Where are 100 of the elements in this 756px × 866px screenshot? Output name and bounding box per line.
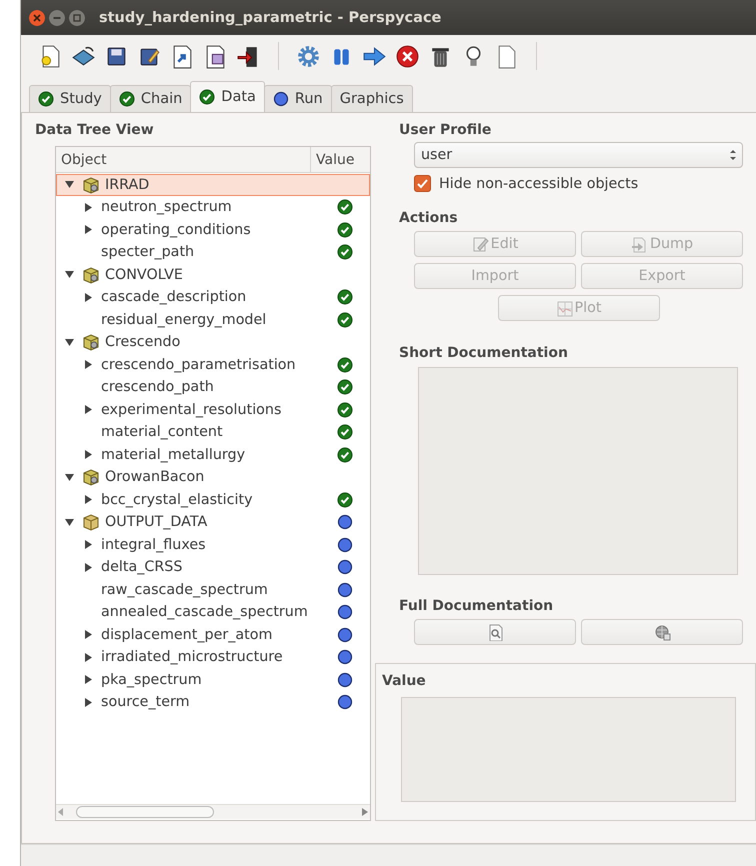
tree-item-label: raw_cascade_spectrum	[101, 582, 268, 598]
horizontal-scrollbar[interactable]	[56, 804, 370, 819]
tab[interactable]: Graphics	[330, 85, 413, 112]
checkbox-label[interactable]: Hide non-accessible objects	[439, 176, 638, 192]
tree-row[interactable]: raw_cascade_spectrum	[56, 579, 370, 600]
tab[interactable]: Study	[29, 85, 111, 112]
tree-row[interactable]: crescendo_parametrisation	[56, 354, 370, 376]
tree-item-label: crescendo_parametrisation	[101, 356, 296, 373]
section-title: Short Documentation	[399, 345, 568, 361]
spinner-arrows-icon	[730, 149, 736, 161]
tree-item-label: integral_fluxes	[101, 536, 206, 553]
expand-arrow-icon[interactable]	[64, 181, 74, 188]
section-title: Full Documentation	[399, 598, 554, 614]
collapse-arrow-icon[interactable]	[84, 562, 92, 572]
tree-item-label: delta_CRSS	[101, 559, 182, 576]
tree-row[interactable]: delta_CRSS	[56, 556, 370, 578]
scroll-right-icon[interactable]	[362, 808, 368, 816]
package-icon	[82, 513, 100, 532]
tree-row[interactable]: annealed_cascade_spectrum	[56, 602, 370, 623]
package-gear-icon	[82, 176, 100, 194]
tree-row[interactable]: experimental_resolutions	[56, 399, 370, 420]
tree-row[interactable]: residual_energy_model	[56, 309, 370, 330]
tree-row[interactable]: material_metallurgy	[56, 444, 370, 466]
tab[interactable]: Data	[190, 81, 265, 112]
tree-item-label: bcc_crystal_elasticity	[101, 492, 253, 508]
tree-row[interactable]: displacement_per_atom	[56, 624, 370, 646]
tree-row[interactable]: OrowanBacon	[56, 466, 370, 488]
tree-row[interactable]: operating_conditions	[56, 219, 370, 240]
expand-arrow-icon[interactable]	[64, 338, 74, 346]
collapse-arrow-icon[interactable]	[84, 405, 92, 414]
tree-item-label: crescendo_path	[101, 379, 214, 396]
doc-button[interactable]	[581, 619, 743, 645]
expand-arrow-icon[interactable]	[64, 518, 74, 526]
collapse-arrow-icon[interactable]	[84, 540, 92, 550]
tab[interactable]: Run	[264, 85, 332, 112]
close-icon[interactable]	[29, 10, 45, 26]
tree-row[interactable]: source_term	[56, 692, 370, 713]
tree-item-label: Crescendo	[105, 334, 180, 350]
collapse-arrow-icon[interactable]	[84, 675, 92, 684]
tree-row[interactable]: CONVOLVE	[56, 264, 370, 286]
maximize-icon[interactable]	[69, 10, 85, 26]
collapse-arrow-icon[interactable]	[84, 225, 92, 234]
tree-item-label: residual_energy_model	[101, 312, 266, 328]
tree-row[interactable]: crescendo_path	[56, 376, 370, 398]
tree-item-label: CONVOLVE	[105, 266, 183, 283]
collapse-arrow-icon[interactable]	[84, 495, 92, 504]
collapse-arrow-icon[interactable]	[84, 202, 92, 212]
tree-item-label: displacement_per_atom	[101, 626, 272, 643]
checkbox[interactable]	[414, 175, 431, 192]
tree-item-label: operating_conditions	[101, 222, 251, 238]
column-header[interactable]: Object	[56, 147, 311, 172]
collapse-arrow-icon[interactable]	[84, 360, 92, 370]
section-title: Value	[382, 673, 426, 689]
checkmark-icon	[417, 178, 428, 188]
magnifier-page-icon	[486, 624, 504, 640]
column-header[interactable]: Value	[311, 147, 370, 172]
tree-item-label: OrowanBacon	[105, 469, 204, 486]
tree-row[interactable]: neutron_spectrum	[56, 196, 370, 218]
tree-item-label: pka_spectrum	[101, 672, 202, 688]
dropdown-value: user	[421, 147, 452, 163]
tree-row[interactable]: specter_path	[56, 242, 370, 263]
expand-arrow-icon[interactable]	[64, 271, 74, 278]
collapse-arrow-icon[interactable]	[84, 698, 92, 707]
tree-row[interactable]: integral_fluxes	[56, 534, 370, 556]
package-gear-icon	[82, 468, 100, 486]
tree-item-label: specter_path	[101, 244, 194, 260]
tree-row[interactable]: Crescendo	[56, 332, 370, 353]
tree-row[interactable]: cascade_description	[56, 286, 370, 308]
tree-row[interactable]: OUTPUT_DATA	[56, 512, 370, 533]
chart-icon	[556, 300, 573, 316]
tree-row[interactable]: material_content	[56, 422, 370, 443]
globe-icon	[654, 624, 670, 640]
tab[interactable]: Chain	[110, 85, 192, 112]
tree-item-label: material_metallurgy	[101, 446, 246, 463]
page-arrow-icon	[630, 236, 648, 252]
tree-row[interactable]: pka_spectrum	[56, 669, 370, 690]
minimize-icon[interactable]	[49, 10, 65, 26]
tree-item-label: annealed_cascade_spectrum	[101, 604, 308, 620]
section-title: User Profile	[399, 122, 492, 138]
profile-dropdown[interactable]: user	[414, 142, 743, 168]
pencil-page-icon	[472, 236, 489, 252]
tree-row[interactable]: IRRAD	[56, 174, 370, 196]
tree-item-label: IRRAD	[105, 176, 150, 193]
expand-arrow-icon[interactable]	[64, 474, 74, 481]
tree-item-label: cascade_description	[101, 289, 246, 306]
window-title: study_hardening_parametric - Perspycace	[99, 10, 442, 26]
tree-row[interactable]: bcc_crystal_elasticity	[56, 489, 370, 510]
tree-item-label: irradiated_microstructure	[101, 649, 283, 666]
tree-item-label: neutron_spectrum	[101, 199, 232, 216]
package-gear-icon	[82, 333, 100, 352]
collapse-arrow-icon[interactable]	[84, 630, 92, 640]
tree-item-label: material_content	[101, 424, 223, 440]
package-gear-icon	[82, 266, 100, 284]
tree-item-label: OUTPUT_DATA	[105, 514, 208, 530]
tree-item-label: experimental_resolutions	[101, 402, 282, 418]
collapse-arrow-icon[interactable]	[84, 450, 92, 460]
tree-row[interactable]: irradiated_microstructure	[56, 646, 370, 668]
stop-icon[interactable]	[394, 42, 421, 70]
collapse-arrow-icon[interactable]	[84, 652, 92, 662]
collapse-arrow-icon[interactable]	[84, 292, 92, 302]
